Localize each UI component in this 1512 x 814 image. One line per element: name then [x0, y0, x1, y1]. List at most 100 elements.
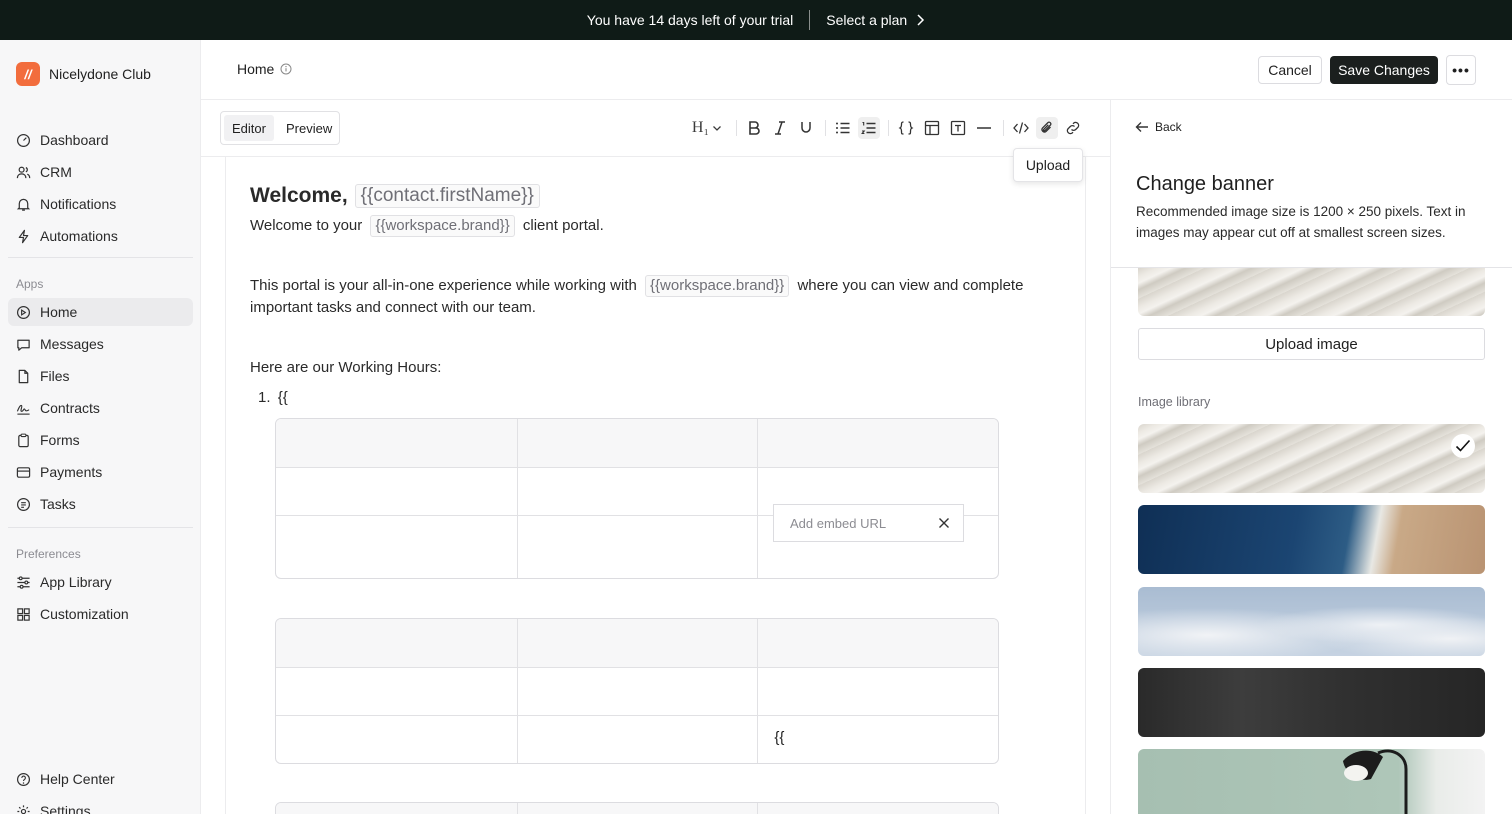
table-cell[interactable] — [276, 668, 517, 715]
table-cell[interactable] — [276, 803, 517, 814]
welcome-line-suffix: client portal. — [522, 217, 604, 234]
table-cell[interactable] — [757, 619, 998, 667]
bullet-list-button[interactable] — [832, 117, 854, 139]
workspace-variable-chip[interactable]: {{workspace.brand}} — [645, 275, 790, 297]
cancel-button[interactable]: Cancel — [1258, 56, 1322, 84]
more-options-button[interactable]: ••• — [1446, 55, 1476, 85]
apps-section-label: Apps — [16, 277, 44, 291]
hours-table-3[interactable] — [275, 802, 999, 814]
table-cell[interactable] — [516, 619, 758, 667]
sidebar-divider — [8, 527, 193, 528]
bell-icon — [16, 198, 31, 211]
table-cell[interactable]: {{ — [757, 716, 998, 763]
table-cell[interactable] — [757, 803, 998, 814]
table-cell[interactable] — [276, 468, 517, 515]
dashboard-icon — [16, 133, 31, 147]
table-cell[interactable] — [516, 803, 758, 814]
link-button[interactable] — [1062, 117, 1084, 139]
library-image-chalkboard[interactable] — [1138, 668, 1485, 737]
table-cell[interactable] — [516, 419, 758, 467]
table-cell[interactable] — [757, 668, 998, 715]
table-cell[interactable] — [516, 468, 758, 515]
ordered-list-item: 1. {{ — [258, 387, 288, 409]
ordered-list-button[interactable] — [858, 117, 880, 139]
sidebar-item-notifications[interactable]: Notifications — [8, 190, 193, 218]
library-image-clouds[interactable] — [1138, 587, 1485, 656]
heading-select[interactable]: H₁ — [690, 117, 724, 139]
preferences-section-label: Preferences — [16, 547, 81, 561]
sidebar-item-dashboard[interactable]: Dashboard — [8, 126, 193, 154]
sidebar-item-label: Home — [40, 304, 78, 320]
workspace-switcher[interactable]: // Nicelydone Club — [16, 62, 151, 86]
embed-url-placeholder: Add embed URL — [790, 515, 887, 531]
tab-editor[interactable]: Editor — [224, 115, 274, 141]
library-image-lamp[interactable] — [1138, 749, 1485, 814]
sidebar-item-home[interactable]: Home — [8, 298, 193, 326]
hours-table-1[interactable] — [275, 418, 999, 579]
sidebar-item-label: Notifications — [40, 196, 117, 212]
library-image-ocean[interactable] — [1138, 505, 1485, 574]
table-button[interactable] — [921, 117, 943, 139]
italic-button[interactable] — [769, 117, 791, 139]
tab-preview[interactable]: Preview — [278, 115, 340, 141]
upload-button[interactable] — [1036, 117, 1058, 139]
divider-button[interactable] — [973, 117, 995, 139]
table-cell[interactable] — [276, 419, 517, 467]
sidebar-item-crm[interactable]: CRM — [8, 158, 193, 186]
close-icon[interactable] — [937, 516, 951, 530]
sidebar-item-label: Tasks — [40, 496, 76, 512]
intro-text-suffix: where you can view and complete — [797, 277, 1024, 294]
table-cell[interactable] — [516, 668, 758, 715]
info-icon[interactable] — [280, 63, 292, 75]
sidebar-divider — [8, 257, 193, 258]
hours-table-2[interactable]: {{ — [275, 618, 999, 764]
upload-image-button[interactable]: Upload image — [1138, 328, 1485, 360]
sidebar-item-files[interactable]: Files — [8, 362, 193, 390]
variable-button[interactable] — [895, 117, 917, 139]
chevron-down-icon — [713, 126, 722, 131]
back-button[interactable]: Back — [1135, 120, 1182, 134]
welcome-line-prefix: Welcome to your — [250, 217, 363, 234]
contact-variable-chip[interactable]: {{contact.firstName}} — [354, 184, 540, 208]
save-changes-button[interactable]: Save Changes — [1330, 56, 1438, 84]
heading-select-label: H₁ — [691, 119, 710, 136]
table-cell[interactable] — [276, 716, 517, 763]
underline-button[interactable] — [795, 117, 817, 139]
sidebar-item-help-center[interactable]: Help Center — [8, 765, 193, 793]
sidebar-item-tasks[interactable]: Tasks — [8, 490, 193, 518]
grid-icon — [17, 607, 30, 621]
welcome-line: Welcome to your {{workspace.brand}} clie… — [250, 215, 604, 237]
table-cell[interactable] — [757, 419, 998, 467]
bold-button[interactable] — [743, 117, 765, 139]
sidebar-item-messages[interactable]: Messages — [8, 330, 193, 358]
sidebar-item-label: Forms — [40, 432, 80, 448]
table-cell[interactable] — [516, 516, 758, 578]
table-cell[interactable] — [276, 619, 517, 667]
sidebar-item-app-library[interactable]: App Library — [8, 568, 193, 596]
code-icon — [1013, 122, 1029, 134]
document-canvas[interactable]: Welcome, {{contact.firstName}} Welcome t… — [225, 157, 1086, 814]
code-button[interactable] — [1010, 117, 1032, 139]
table-cell[interactable] — [276, 516, 517, 578]
intro-text-prefix: This portal is your all-in-one experienc… — [250, 277, 637, 294]
sidebar-item-forms[interactable]: Forms — [8, 426, 193, 454]
sidebar-item-settings[interactable]: Settings — [8, 797, 193, 814]
sidebar-item-contracts[interactable]: Contracts — [8, 394, 193, 422]
message-icon — [17, 339, 30, 351]
select-plan-link[interactable]: Select a plan — [826, 12, 925, 28]
sidebar-item-automations[interactable]: Automations — [8, 222, 193, 250]
table-row — [276, 619, 998, 667]
sidebar-item-payments[interactable]: Payments — [8, 458, 193, 486]
table-cell[interactable] — [516, 716, 758, 763]
workspace-variable-chip[interactable]: {{workspace.brand}} — [370, 215, 515, 237]
sidebar-item-label: Settings — [40, 803, 91, 814]
sidebar-item-customization[interactable]: Customization — [8, 600, 193, 628]
help-icon — [16, 772, 31, 786]
toolbar-separator — [888, 120, 889, 136]
intro-paragraph: This portal is your all-in-one experienc… — [250, 275, 1050, 319]
trial-banner: You have 14 days left of your trial Sele… — [0, 0, 1512, 40]
library-image-sand[interactable] — [1138, 424, 1485, 493]
editor-mode-toggle: Editor Preview — [220, 111, 340, 145]
embed-url-input[interactable]: Add embed URL — [773, 504, 964, 542]
text-block-button[interactable] — [947, 117, 969, 139]
